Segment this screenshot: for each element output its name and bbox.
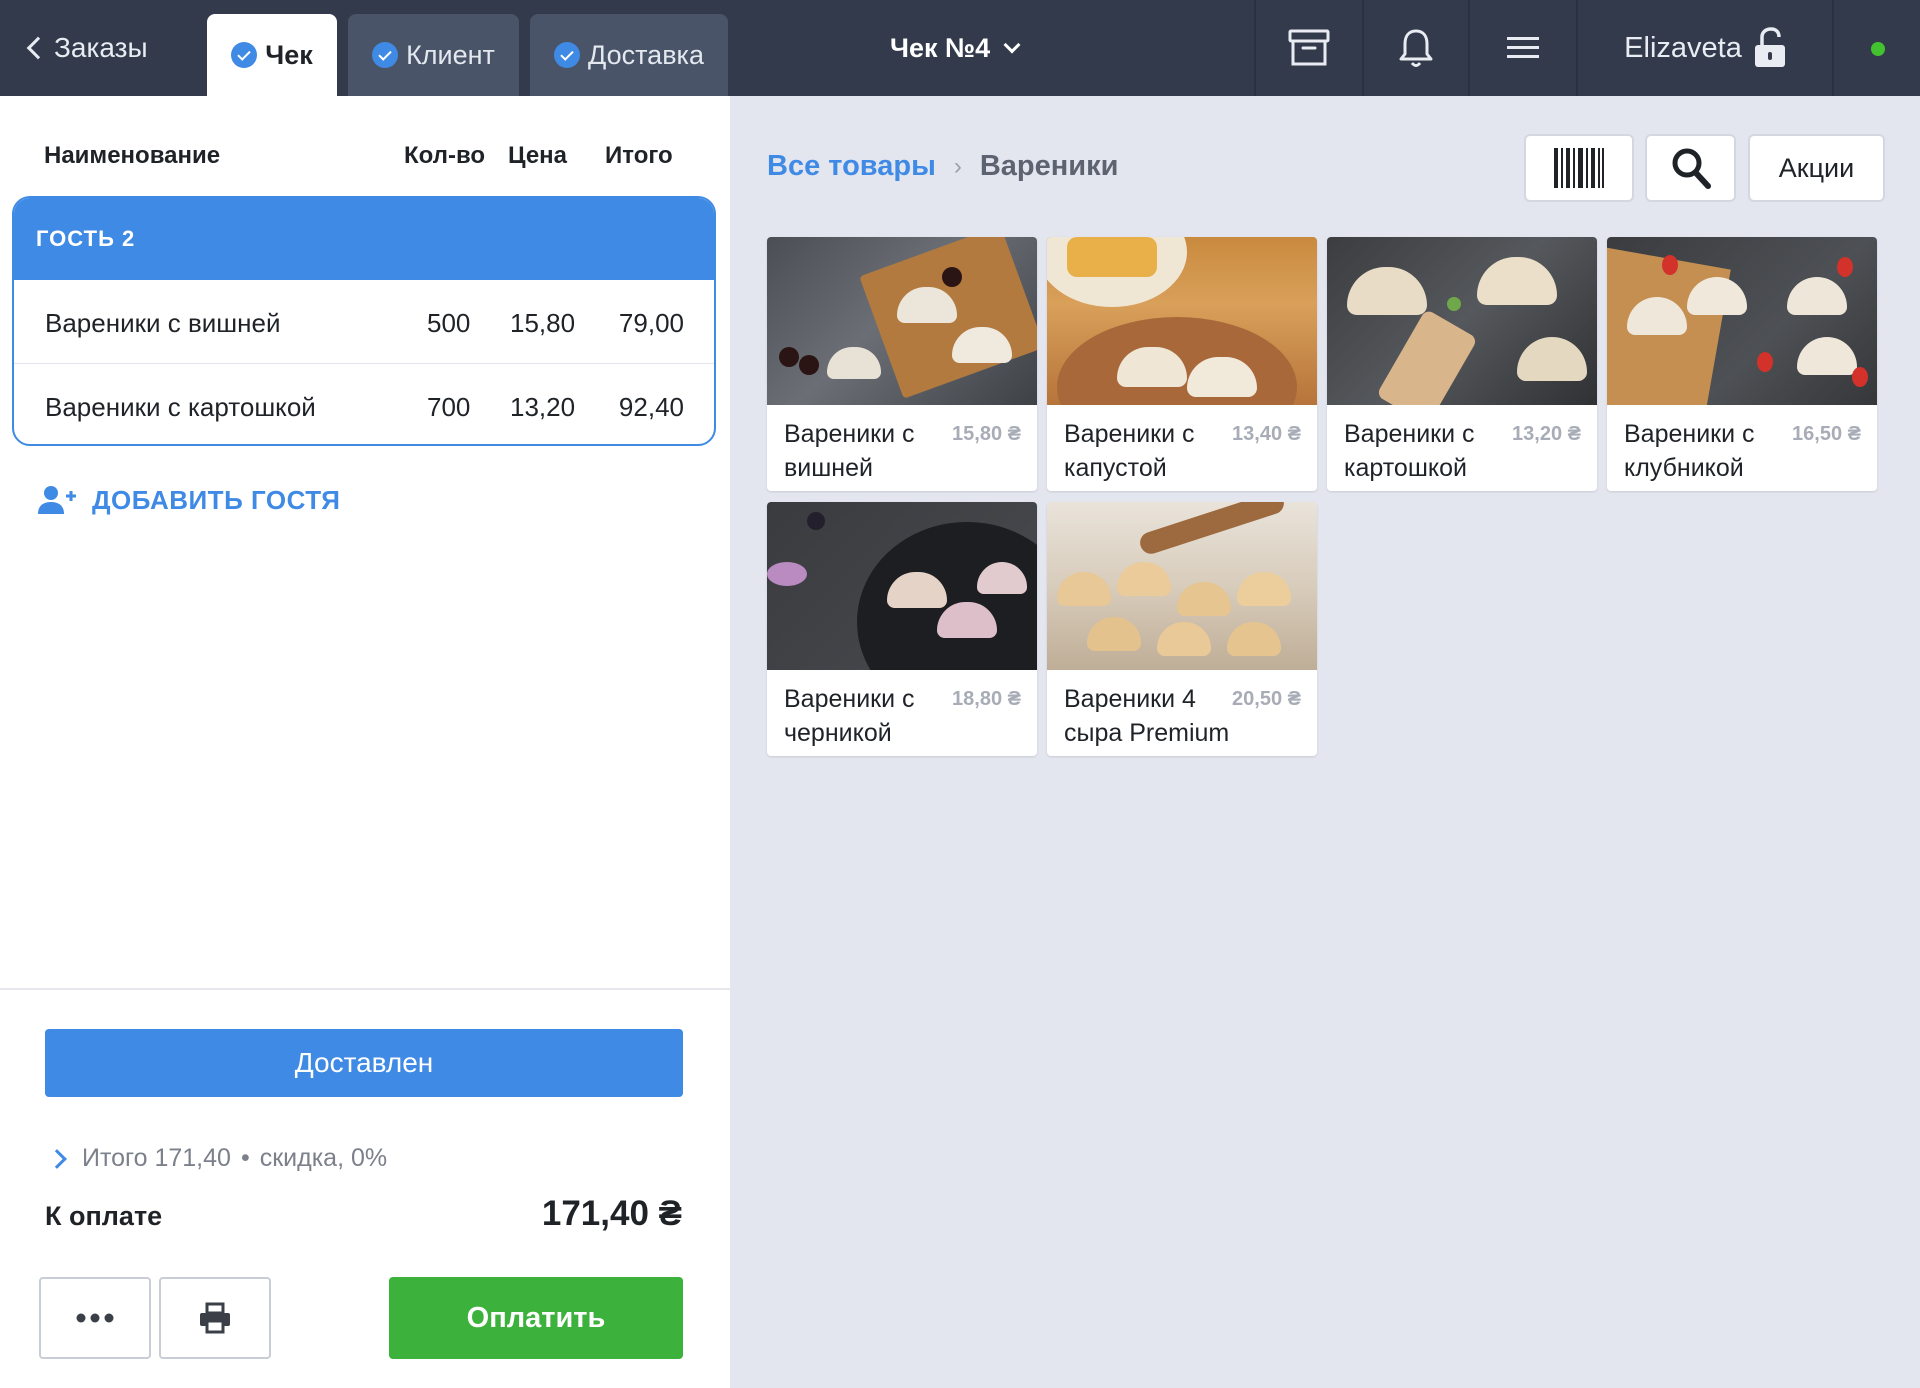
to-pay-label: К оплате <box>45 1201 163 1231</box>
chevron-down-icon <box>1003 36 1021 54</box>
tab-delivery-label: Доставка <box>588 39 704 70</box>
tab-delivery[interactable]: Доставка <box>530 14 728 96</box>
back-to-orders-button[interactable]: Заказы <box>26 30 148 66</box>
product-photo <box>767 237 1037 405</box>
product-card[interactable]: Вареники 4 сыра Premium 20,50 ₴ <box>1047 502 1317 756</box>
breadcrumb-current: Вареники <box>979 150 1119 182</box>
column-header-qty: Кол-во <box>404 142 486 169</box>
search-button[interactable] <box>1645 134 1736 202</box>
product-name: Вареники с клубникой <box>1624 420 1755 482</box>
delivered-status-button[interactable]: Доставлен <box>45 1029 683 1097</box>
barcode-icon <box>1554 148 1604 188</box>
tab-check[interactable]: Чек <box>207 14 337 96</box>
product-name: Вареники с картошкой <box>1344 420 1475 482</box>
summary-separator: • <box>240 1144 250 1172</box>
to-pay-value: 171,40 ₴ <box>541 1194 682 1233</box>
breadcrumb-all-products[interactable]: Все товары <box>767 150 936 183</box>
order-panel: Наименование Кол-во Цена Итого ГОСТЬ 2 В… <box>0 96 730 1388</box>
order-item-row[interactable]: Вареники с вишней 500 15,80 79,00 <box>14 280 714 363</box>
product-price: 13,20 ₴ <box>1512 423 1581 445</box>
breadcrumb: Все товары › Вареники <box>767 150 1118 183</box>
product-name: Вареники с капустой <box>1064 420 1195 482</box>
add-user-icon <box>38 486 76 514</box>
back-label: Заказы <box>54 32 148 63</box>
product-name: Вареники 4 сыра Premium <box>1064 685 1230 747</box>
more-dots-icon <box>76 1313 114 1323</box>
user-name: Elizaveta <box>1624 31 1742 64</box>
document-title: Чек №4 <box>890 32 991 63</box>
top-bar: Заказы Чек Клиент Доставка Чек №4 Elizav… <box>0 0 1920 96</box>
check-circle-icon <box>554 42 581 68</box>
tab-client[interactable]: Клиент <box>348 14 519 96</box>
product-card[interactable]: Вареники с черникой 18,80 ₴ <box>767 502 1037 756</box>
product-photo <box>1047 237 1317 405</box>
tab-check-label: Чек <box>265 39 313 70</box>
product-photo <box>767 502 1037 670</box>
order-item-row[interactable]: Вареники с картошкой 700 13,20 92,40 <box>14 363 714 444</box>
pay-button[interactable]: Оплатить <box>389 1277 683 1359</box>
barcode-scan-button[interactable] <box>1524 134 1634 202</box>
summary-total: Итого 171,40 <box>82 1144 231 1172</box>
chevron-left-icon <box>26 36 50 60</box>
product-name: Вареники с вишней <box>784 420 915 482</box>
item-name: Вареники с картошкой <box>45 392 316 422</box>
item-qty: 500 <box>427 308 471 338</box>
product-photo <box>1327 237 1597 405</box>
user-lock-button[interactable]: Elizaveta <box>1578 0 1832 96</box>
add-guest-label: ДОБАВИТЬ ГОСТЯ <box>92 484 341 515</box>
menu-button[interactable] <box>1470 0 1576 96</box>
notifications-button[interactable] <box>1364 0 1468 96</box>
print-button[interactable] <box>159 1277 271 1359</box>
item-name: Вареники с вишней <box>45 308 281 338</box>
unlock-icon <box>1754 27 1785 67</box>
bell-icon <box>1399 29 1433 67</box>
column-header-price: Цена <box>508 142 568 169</box>
product-price: 15,80 ₴ <box>952 423 1021 445</box>
item-price: 15,80 <box>510 308 576 338</box>
product-card[interactable]: Вареники с вишней 15,80 ₴ <box>767 237 1037 491</box>
menu-icon <box>1507 37 1539 58</box>
product-price: 13,40 ₴ <box>1232 423 1301 445</box>
column-header-name: Наименование <box>44 142 221 169</box>
archive-button[interactable] <box>1256 0 1362 96</box>
order-summary-toggle[interactable]: Итого 171,40 • скидка, 0% <box>47 1144 388 1173</box>
guest-card: ГОСТЬ 2 Вареники с вишней 500 15,80 79,0… <box>12 196 716 446</box>
product-price: 20,50 ₴ <box>1232 688 1301 710</box>
item-qty: 700 <box>427 392 471 422</box>
product-card[interactable]: Вареники с картошкой 13,20 ₴ <box>1327 237 1597 491</box>
add-guest-button[interactable]: ДОБАВИТЬ ГОСТЯ <box>38 484 340 516</box>
item-total: 92,40 <box>618 392 684 422</box>
chevron-right-icon <box>47 1148 67 1169</box>
panel-divider <box>0 988 730 990</box>
product-price: 18,80 ₴ <box>952 688 1021 710</box>
product-photo <box>1607 237 1877 405</box>
product-card[interactable]: Вареники с клубникой 16,50 ₴ <box>1607 237 1877 491</box>
item-total: 79,00 <box>618 308 684 338</box>
column-header-total: Итого <box>605 142 673 169</box>
toolbar-divider <box>1832 0 1834 96</box>
product-photo <box>1047 502 1317 670</box>
check-circle-icon <box>231 42 258 68</box>
product-name: Вареники с черникой <box>784 685 915 747</box>
item-price: 13,20 <box>510 392 576 422</box>
document-selector[interactable]: Чек №4 <box>890 28 1021 68</box>
more-options-button[interactable] <box>39 1277 151 1359</box>
printer-icon <box>200 1302 230 1334</box>
guest-header[interactable]: ГОСТЬ 2 <box>14 198 714 280</box>
breadcrumb-separator: › <box>953 152 962 180</box>
summary-discount: скидка, 0% <box>259 1144 388 1172</box>
promotions-button[interactable]: Акции <box>1748 134 1885 202</box>
archive-icon <box>1288 29 1330 66</box>
tab-client-label: Клиент <box>406 39 495 70</box>
search-icon <box>1672 148 1711 189</box>
check-circle-icon <box>372 42 399 68</box>
product-price: 16,50 ₴ <box>1792 423 1861 445</box>
online-status-indicator <box>1871 42 1885 56</box>
product-card[interactable]: Вареники с капустой 13,40 ₴ <box>1047 237 1317 491</box>
